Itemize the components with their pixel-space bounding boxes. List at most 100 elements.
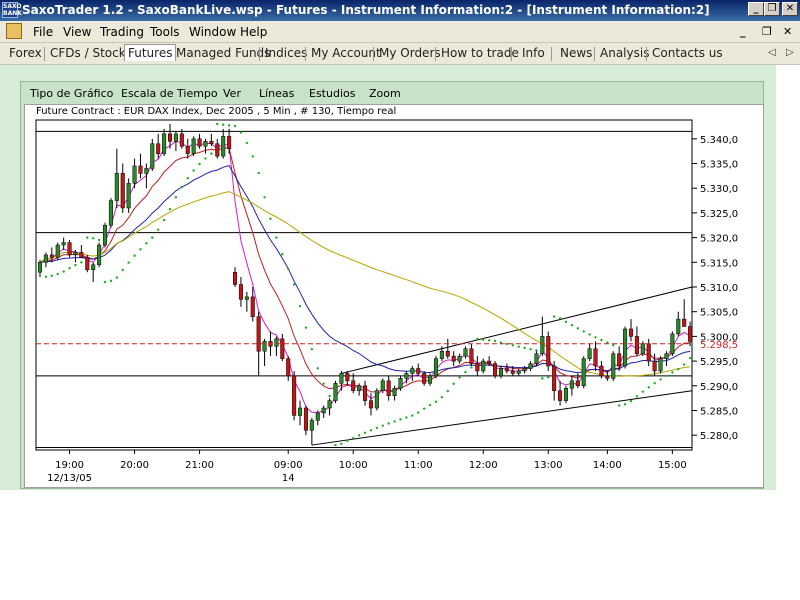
candle-body [688, 326, 693, 342]
candle-body [167, 133, 173, 142]
candle-body [191, 138, 196, 154]
psar-dot [417, 411, 420, 414]
psar-dot [635, 395, 639, 398]
psar-dot [310, 347, 314, 351]
candle-body [274, 338, 279, 347]
candle-body [605, 375, 610, 379]
candle-body [504, 368, 509, 372]
candle-body [120, 173, 125, 209]
candle-body [658, 358, 663, 372]
psar-dot [239, 131, 243, 134]
y-tick-label: 5.340,0 [700, 135, 738, 146]
psar-dot [387, 422, 390, 425]
x-tick-sublabel: 12/13/05 [47, 473, 92, 484]
y-tick-label: 5.315,0 [700, 258, 738, 269]
y-tick-label: 5.280,0 [700, 431, 738, 442]
candle-body [49, 254, 54, 258]
candle-body [138, 165, 143, 174]
psar-dot [623, 403, 627, 406]
candle-body [623, 328, 628, 367]
psar-dot [346, 439, 349, 443]
y-tick-label: 5.335,0 [700, 160, 738, 171]
psar-dot [174, 196, 178, 199]
candle-body [209, 141, 214, 145]
psar-dot [665, 374, 668, 377]
x-tick-label: 21:00 [185, 460, 214, 471]
candle-body [368, 400, 373, 409]
psar-dot [476, 337, 479, 341]
candle-body [475, 363, 480, 372]
candle-body [581, 358, 586, 387]
ma-long-line [39, 191, 691, 377]
candle-body [587, 348, 592, 359]
candle-body [309, 420, 314, 431]
candle-body [433, 358, 438, 377]
psar-dot [328, 394, 331, 398]
x-tick-label: 14:00 [593, 460, 622, 471]
candle-body [173, 133, 178, 142]
psar-dot [629, 400, 633, 403]
candle-body [114, 173, 119, 201]
candle-body [451, 355, 456, 362]
y-tick-label: 5.290,0 [700, 382, 738, 393]
psar-dot [298, 305, 302, 308]
candle-body [203, 141, 208, 147]
psar-dot [316, 367, 319, 370]
psar-dot [151, 236, 154, 239]
psar-dot [121, 268, 124, 272]
psar-dot [227, 124, 231, 127]
candles [37, 124, 693, 446]
psar-dot [505, 342, 509, 346]
psar-dot [186, 176, 189, 180]
candle-body [563, 388, 569, 401]
candle-body [522, 368, 527, 372]
y-tick-label: 5.310,0 [700, 283, 738, 294]
x-tick-label: 15:00 [658, 460, 687, 471]
y-tick-label: 5.325,0 [700, 209, 738, 220]
candle-body [61, 242, 66, 246]
psar-dot [470, 366, 473, 369]
psar-dot [411, 414, 414, 417]
psar-dot [511, 344, 514, 347]
candle-body [457, 355, 462, 362]
x-tick-label: 12:00 [469, 460, 498, 471]
psar-dot [156, 228, 160, 231]
candle-body [298, 407, 303, 416]
psar-dot [464, 370, 467, 374]
x-tick-label: 09:00 [274, 460, 303, 471]
candle-body [339, 373, 344, 384]
psar-dot [269, 217, 272, 220]
candle-body [286, 358, 291, 377]
candle-body [156, 143, 161, 154]
psar-dot [340, 442, 343, 445]
psar-dot [375, 426, 379, 430]
psar-dot [322, 382, 325, 385]
candle-body [540, 336, 545, 354]
psar-dot [434, 400, 438, 403]
candle-body [463, 348, 468, 357]
psar-dot [529, 347, 532, 351]
psar-dot [292, 283, 296, 286]
psar-dot [86, 236, 89, 239]
candle-body [498, 368, 503, 377]
psar-dot [80, 261, 83, 264]
candle-body [652, 360, 657, 372]
y-tick-label: 5.305,0 [700, 308, 738, 319]
candle-body [179, 133, 184, 147]
candle-body [445, 350, 450, 357]
psar-dot [564, 320, 568, 324]
psar-dot [482, 338, 485, 341]
psar-dot [517, 345, 520, 348]
candle-body [534, 353, 539, 364]
candle-body [676, 318, 681, 335]
price-chart[interactable]: 5.298,5 5.340,0 5.335,0 5.330,0 5.325,0 5.32… [0, 0, 800, 600]
y-tick-label: 5.285,0 [700, 406, 738, 417]
candle-body [628, 328, 634, 337]
psar-dot [552, 315, 556, 318]
psar-dot [115, 276, 119, 279]
candle-body [345, 373, 350, 382]
ma-mid-line [39, 147, 691, 393]
x-tick-label: 19:00 [55, 460, 84, 471]
psar-dot [263, 196, 266, 199]
psar-dot [541, 377, 544, 380]
